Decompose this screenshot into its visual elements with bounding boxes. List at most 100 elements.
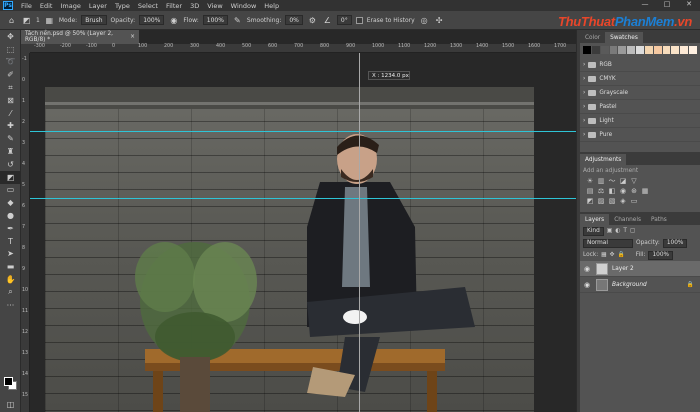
swatch-color[interactable] (591, 46, 600, 54)
gradient-tool-icon[interactable]: ▭ (0, 184, 21, 197)
kind-filter-select[interactable]: Kind (583, 226, 604, 236)
color-balance-icon[interactable]: ⚖ (597, 187, 605, 195)
menu-image[interactable]: Image (56, 2, 84, 10)
quick-mask-icon[interactable]: ◫ (0, 398, 21, 411)
swatch-group[interactable]: › Light (580, 114, 700, 128)
channel-mixer-icon[interactable]: ⊛ (630, 187, 638, 195)
swatch-group[interactable]: › Pastel (580, 100, 700, 114)
pressure-opacity-icon[interactable]: ◉ (168, 15, 179, 26)
lock-pixels-icon[interactable]: ▦ (601, 252, 606, 258)
lock-all-icon[interactable]: 🔒 (618, 252, 625, 258)
rectangle-tool-icon[interactable]: ▬ (0, 260, 21, 273)
lock-position-icon[interactable]: ✥ (610, 252, 615, 258)
swatch-color[interactable] (583, 46, 591, 54)
blend-mode-select[interactable]: Normal (583, 238, 633, 248)
close-window-button[interactable]: ✕ (678, 0, 700, 8)
tab-color[interactable]: Color (580, 32, 605, 43)
tab-layers[interactable]: Layers (580, 214, 610, 225)
eraser-tool-icon[interactable]: ◩ (0, 170, 21, 184)
chevron-right-icon[interactable]: › (583, 62, 585, 68)
filter-adjustment-icon[interactable]: ◐ (615, 228, 620, 234)
swatch-color[interactable] (627, 46, 636, 54)
layer-row-background[interactable]: ◉ Background 🔒 (580, 277, 700, 293)
layer-name[interactable]: Background (612, 282, 647, 288)
swatch-color[interactable] (689, 46, 697, 54)
maximize-button[interactable]: □ (656, 0, 678, 8)
chevron-right-icon[interactable]: › (583, 132, 585, 138)
eyedropper-tool-icon[interactable]: ⁄ (0, 107, 21, 120)
frame-tool-icon[interactable]: ⊠ (0, 94, 21, 107)
swatch-color[interactable] (680, 46, 689, 54)
quick-select-tool-icon[interactable]: ✐ (0, 68, 21, 81)
tab-swatches[interactable]: Swatches (605, 32, 643, 43)
invert-icon[interactable]: ◩ (586, 197, 594, 205)
photo-filter-icon[interactable]: ◉ (619, 187, 627, 195)
pen-tool-icon[interactable]: ✒ (0, 222, 21, 235)
eraser-tool-icon[interactable]: ◩ (21, 15, 32, 26)
more-tools-icon[interactable]: ··· (0, 299, 21, 312)
horizontal-ruler[interactable]: -300 -200 -100 0 100 200 300 400 500 600 700 800 900… (30, 44, 644, 53)
canvas-viewport[interactable] (30, 53, 576, 412)
blur-tool-icon[interactable]: ◆ (0, 196, 21, 209)
visibility-eye-icon[interactable]: ◉ (584, 281, 592, 289)
exposure-icon[interactable]: ◪ (619, 177, 627, 185)
swatch-group[interactable]: › Pure (580, 128, 700, 142)
levels-icon[interactable]: ▥ (597, 177, 605, 185)
vertical-ruler[interactable]: -1012345678910111213141516 (21, 53, 30, 412)
menu-layer[interactable]: Layer (85, 2, 111, 10)
brush-tool-icon[interactable]: ✎ (0, 132, 21, 145)
flow-field[interactable]: 100% (202, 15, 228, 25)
color-lookup-icon[interactable]: ▦ (641, 187, 649, 195)
layer-opacity-field[interactable]: 100% (662, 238, 688, 248)
menu-file[interactable]: File (17, 2, 36, 10)
type-tool-icon[interactable]: T (0, 235, 21, 248)
fill-field[interactable]: 100% (648, 250, 674, 260)
tab-paths[interactable]: Paths (646, 214, 672, 225)
posterize-icon[interactable]: ▨ (597, 197, 605, 205)
menu-edit[interactable]: Edit (36, 2, 57, 10)
swatch-color[interactable] (609, 46, 618, 54)
brush-panel-icon[interactable]: ▦ (44, 15, 55, 26)
swatch-color[interactable] (653, 46, 662, 54)
menu-3d[interactable]: 3D (186, 2, 203, 10)
swatch-color[interactable] (671, 46, 680, 54)
swatch-group[interactable]: › Grayscale (580, 86, 700, 100)
gradient-map-icon[interactable]: ▭ (630, 197, 638, 205)
hand-tool-icon[interactable]: ✋ (0, 273, 21, 286)
menu-filter[interactable]: Filter (162, 2, 186, 10)
threshold-icon[interactable]: ▧ (608, 197, 616, 205)
erase-history-checkbox[interactable] (355, 16, 363, 24)
guide-horizontal-lower[interactable] (30, 198, 576, 199)
chevron-right-icon[interactable]: › (583, 76, 585, 82)
opacity-field[interactable]: 100% (139, 15, 165, 25)
pressure-size-icon[interactable]: ◎ (419, 15, 430, 26)
tab-channels[interactable]: Channels (609, 214, 646, 225)
swatch-group[interactable]: › RGB (580, 58, 700, 72)
visibility-eye-icon[interactable]: ◉ (584, 265, 592, 273)
chevron-right-icon[interactable]: › (583, 90, 585, 96)
layer-row-layer-2[interactable]: ◉ Layer 2 (580, 261, 700, 277)
foreground-color-swatch[interactable] (4, 377, 13, 386)
menu-window[interactable]: Window (227, 2, 261, 10)
history-brush-tool-icon[interactable]: ↺ (0, 158, 21, 171)
dodge-tool-icon[interactable]: ● (0, 209, 21, 222)
hue-saturation-icon[interactable]: ▤ (586, 187, 594, 195)
curves-icon[interactable]: 〜 (608, 177, 616, 185)
lasso-tool-icon[interactable]: ➰ (0, 56, 21, 69)
swatch-color[interactable] (662, 46, 671, 54)
guide-vertical[interactable] (359, 53, 360, 412)
smoothing-field[interactable]: 0% (285, 15, 303, 25)
tab-adjustments[interactable]: Adjustments (580, 154, 627, 165)
menu-view[interactable]: View (203, 2, 226, 10)
filter-type-icon[interactable]: T (623, 228, 627, 234)
filter-pixel-icon[interactable]: ▣ (607, 228, 612, 234)
move-tool-icon[interactable]: ✥ (0, 30, 21, 43)
document-tab[interactable]: Tách nền.psd @ 50% (Layer 2, RGB/8) * × (21, 30, 139, 44)
zoom-tool-icon[interactable]: ⌕ (0, 286, 21, 299)
brightness-contrast-icon[interactable]: ☀ (586, 177, 594, 185)
menu-help[interactable]: Help (260, 2, 283, 10)
brush-size-value[interactable]: 1 (36, 17, 40, 24)
path-select-tool-icon[interactable]: ➤ (0, 248, 21, 261)
swatch-color[interactable] (600, 46, 609, 54)
selective-color-icon[interactable]: ◈ (619, 197, 627, 205)
